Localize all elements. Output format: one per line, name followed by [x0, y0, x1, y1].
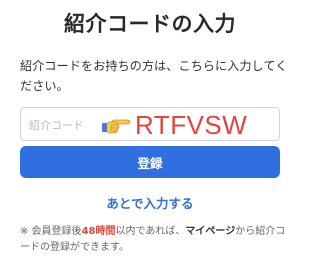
referral-description: 紹介コードをお持ちの方は、こちらに入力してください。 [20, 59, 288, 93]
referral-code-field[interactable]: RTFVSW [20, 107, 280, 141]
pointing-hand-icon [101, 114, 131, 136]
note-hours: 48時間 [81, 226, 116, 237]
note-middle: 以内であれば、 [115, 226, 186, 237]
entered-referral-code: RTFVSW [135, 110, 248, 140]
note-prefix: ※ 会員登録後 [20, 226, 82, 237]
registration-note: ※ 会員登録後48時間以内であれば、マイページから紹介コードの登録ができます。 [20, 224, 292, 256]
enter-later-link[interactable]: あとで入力する [0, 193, 300, 212]
page-title: 紹介コードの入力 [64, 12, 236, 36]
note-mypage: マイページ [185, 226, 236, 237]
register-button[interactable]: 登録 [20, 146, 280, 178]
